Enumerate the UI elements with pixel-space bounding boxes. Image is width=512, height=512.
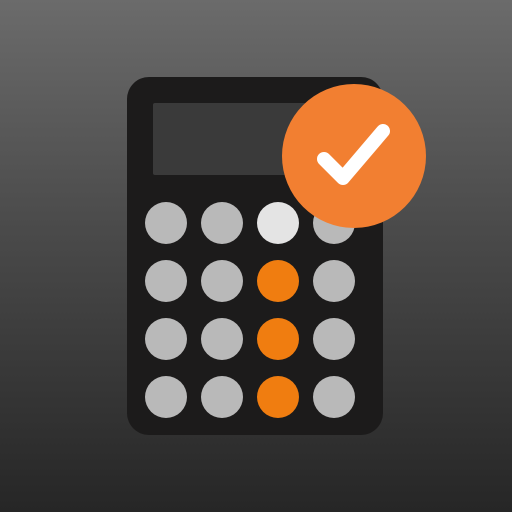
calculator-key-default: [145, 202, 187, 244]
calculator-key-accent: [257, 260, 299, 302]
calculator-key-default: [201, 202, 243, 244]
calculator-key-default: [145, 260, 187, 302]
calculator-key-default: [201, 376, 243, 418]
calculator-key-accent: [257, 376, 299, 418]
check-icon: [317, 124, 390, 185]
calculator-keypad: [145, 202, 369, 418]
calculator-key-default: [201, 318, 243, 360]
check-badge: [282, 84, 426, 228]
calculator-key-default: [313, 260, 355, 302]
calculator-key-default: [145, 376, 187, 418]
calculator-key-accent: [257, 318, 299, 360]
app-icon: [0, 0, 512, 512]
calculator-key-default: [201, 260, 243, 302]
calculator-key-default: [313, 376, 355, 418]
calculator-key-default: [313, 318, 355, 360]
calculator-key-default: [145, 318, 187, 360]
